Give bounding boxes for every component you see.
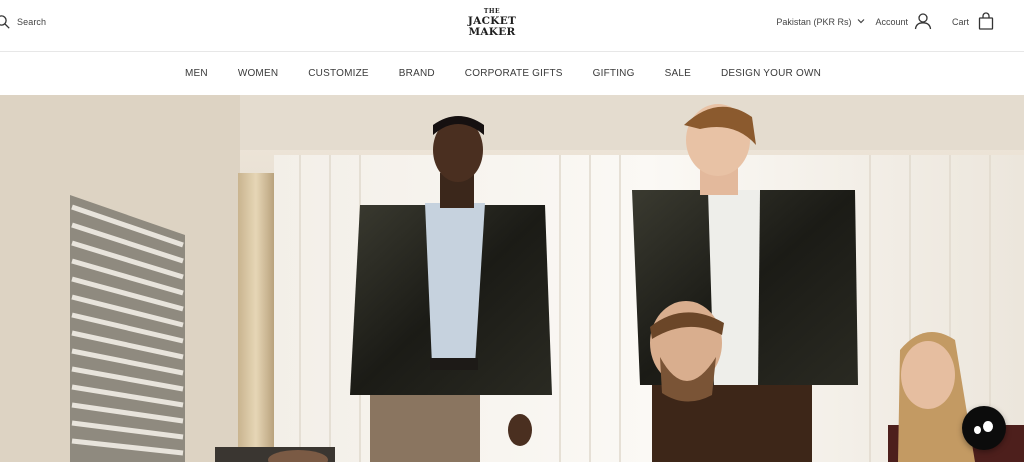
country-selector-label: Pakistan (PKR Rs): [776, 17, 852, 27]
nav-item-men[interactable]: MEN: [185, 68, 208, 79]
nav-item-sale[interactable]: SALE: [665, 68, 691, 79]
logo-line-3: MAKER: [468, 25, 516, 38]
logo-line-2: JACKET: [467, 15, 517, 27]
user-icon: [908, 12, 932, 32]
nav-item-customize[interactable]: CUSTOMIZE: [308, 68, 369, 79]
chevron-down-icon: [851, 17, 865, 27]
search-icon: [0, 15, 10, 29]
nav-item-women[interactable]: WOMEN: [238, 68, 278, 79]
site-logo[interactable]: THE JACKET MAKER: [464, 9, 520, 39]
account-link[interactable]: Account: [875, 12, 932, 32]
country-currency-selector[interactable]: Pakistan (PKR Rs): [776, 17, 865, 27]
hero-image: [0, 95, 1024, 462]
main-navigation: MEN WOMEN CUSTOMIZE BRAND CORPORATE GIFT…: [0, 52, 1024, 95]
nav-item-design-your-own[interactable]: DESIGN YOUR OWN: [721, 68, 821, 79]
cart-label: Cart: [951, 17, 969, 27]
search-button[interactable]: Search: [0, 12, 46, 32]
nav-item-corporate-gifts[interactable]: CORPORATE GIFTS: [465, 68, 563, 79]
chat-widget-button[interactable]: [962, 406, 1006, 450]
hero-banner[interactable]: [0, 95, 1024, 462]
site-header: Search THE JACKET MAKER Pakistan (PKR Rs…: [0, 0, 1024, 50]
shopping-bag-icon: [969, 12, 994, 32]
cart-link[interactable]: Cart: [952, 12, 994, 32]
account-label: Account: [875, 17, 908, 27]
nav-item-brand[interactable]: BRAND: [399, 68, 435, 79]
search-label: Search: [17, 17, 47, 27]
nav-item-gifting[interactable]: GIFTING: [593, 68, 635, 79]
header-tools: Pakistan (PKR Rs) Account Cart: [776, 11, 994, 33]
